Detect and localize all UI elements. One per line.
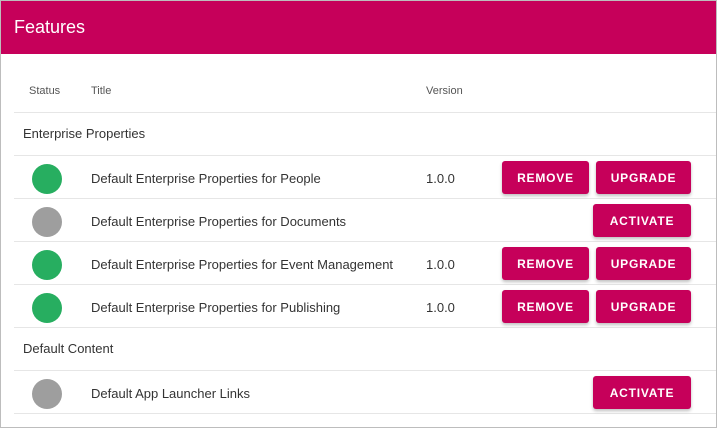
- feature-title: Default App Launcher Links: [91, 386, 250, 401]
- table-row: Default Enterprise Properties for People…: [14, 156, 716, 199]
- panel-header: Features: [1, 1, 716, 54]
- status-inactive-icon: [32, 207, 62, 237]
- feature-title: Default Enterprise Properties for Docume…: [91, 214, 347, 229]
- status-active-icon: [32, 293, 62, 323]
- activate-button[interactable]: ACTIVATE: [593, 376, 691, 409]
- table-row: Default Enterprise Properties for Docume…: [14, 199, 716, 242]
- features-panel: Features Status Title Version Enterprise…: [0, 0, 717, 428]
- table-row: Default Enterprise Properties for Publis…: [14, 285, 716, 328]
- group-label: Enterprise Properties: [23, 126, 146, 141]
- feature-version: 1.0.0: [426, 257, 455, 272]
- page-title: Features: [14, 17, 86, 37]
- table-row: Default Enterprise Properties for Event …: [14, 242, 716, 285]
- remove-button[interactable]: REMOVE: [502, 161, 589, 194]
- feature-title: Default Enterprise Properties for Publis…: [91, 300, 341, 315]
- group-header-enterprise-properties: Enterprise Properties: [14, 113, 716, 156]
- status-active-icon: [32, 250, 62, 280]
- feature-title: Default Enterprise Properties for People: [91, 171, 321, 186]
- column-header-status: Status: [29, 85, 61, 97]
- column-header-version: Version: [426, 85, 463, 97]
- remove-button[interactable]: REMOVE: [502, 247, 589, 280]
- status-active-icon: [32, 164, 62, 194]
- status-inactive-icon: [32, 379, 62, 409]
- column-header-title: Title: [91, 85, 112, 97]
- remove-button[interactable]: REMOVE: [502, 290, 589, 323]
- feature-version: 1.0.0: [426, 300, 455, 315]
- feature-title: Default Enterprise Properties for Event …: [91, 257, 394, 272]
- upgrade-button[interactable]: UPGRADE: [596, 247, 691, 280]
- table-row: Default App Launcher Links ACTIVATE: [14, 371, 716, 414]
- upgrade-button[interactable]: UPGRADE: [596, 290, 691, 323]
- activate-button[interactable]: ACTIVATE: [593, 204, 691, 237]
- group-header-default-content: Default Content: [14, 328, 716, 371]
- table-header: Status Title Version: [14, 54, 716, 113]
- group-label: Default Content: [23, 341, 114, 356]
- features-table: Status Title Version Enterprise Properti…: [14, 54, 716, 414]
- upgrade-button[interactable]: UPGRADE: [596, 161, 691, 194]
- feature-version: 1.0.0: [426, 171, 455, 186]
